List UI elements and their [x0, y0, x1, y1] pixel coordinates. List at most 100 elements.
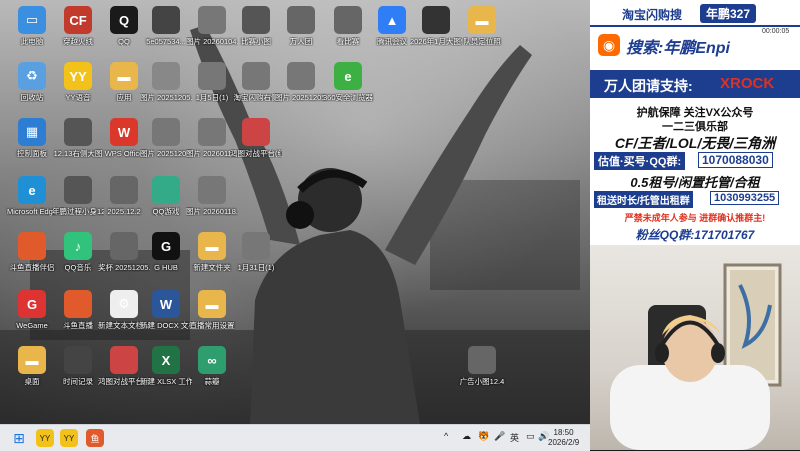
- taskbar-app-douyu[interactable]: 鱼: [86, 429, 104, 447]
- desktop-icon[interactable]: 12.13右侧大图: [52, 118, 104, 158]
- desktop-icon[interactable]: 图片 20251205...: [140, 62, 192, 102]
- desktop-icon-glyph: [198, 6, 226, 34]
- desktop-icon[interactable]: 万人团: [275, 6, 327, 46]
- taskbar: ⊞ YY YY 鱼 ^ ☁ 🐯 🎤 英 ▭ 🔊 18:50 2026/2/9: [0, 424, 590, 451]
- desktop-icon[interactable]: e Microsoft Edge: [6, 176, 58, 216]
- desktop-icon-glyph: ▬: [198, 290, 226, 318]
- desktop-icon-label: YY语音: [65, 93, 91, 102]
- taobao-code: 年鹏327: [700, 4, 757, 23]
- desktop-icon[interactable]: 时间记录: [52, 346, 104, 386]
- rent-line: 0.5租号/闲置托管/合租: [630, 175, 760, 190]
- desktop-icon[interactable]: G G HUB: [140, 232, 192, 272]
- games-list: CF/王者/LOL/无畏/三角洲: [614, 135, 776, 151]
- desktop-icon[interactable]: 1月31日(1): [230, 232, 282, 272]
- rent-row: 租送时长/托管出租群 1030993255: [594, 191, 796, 208]
- desktop-icon[interactable]: ▦ 控制面板: [6, 118, 58, 158]
- desktop-icon[interactable]: ♪ QQ音乐: [52, 232, 104, 272]
- desktop-icon-glyph: [64, 118, 92, 146]
- desktop-icon-glyph: ▭: [18, 6, 46, 34]
- desktop-icon-label: 5e057534...: [146, 37, 186, 46]
- tray-icon[interactable]: ^: [444, 431, 448, 441]
- webcam-scene: [610, 263, 782, 450]
- overlay-top-bar: 淘宝闪购搜 年鹏327 00:00:05: [590, 0, 800, 35]
- desktop-icon-glyph: ▬: [18, 346, 46, 374]
- desktop-icon-glyph: [152, 62, 180, 90]
- desktop-icon[interactable]: ∞ 蒜瓣: [186, 346, 238, 386]
- desktop-icon[interactable]: X 新建 XLSX 工作表: [140, 346, 192, 386]
- desktop-icon-glyph: [242, 6, 270, 34]
- desktop-icon[interactable]: 年鹏过程小身12.3: [52, 176, 104, 216]
- desktop-icon-glyph: e: [334, 62, 362, 90]
- clock[interactable]: 18:50 2026/2/9: [548, 428, 579, 448]
- desktop-icon-glyph: [64, 346, 92, 374]
- desktop-icon-label: 12.13右侧大图: [53, 149, 103, 158]
- desktop-icon-glyph: [110, 346, 138, 374]
- desktop-icon[interactable]: e 360安全浏览器: [322, 62, 374, 102]
- desktop-icon[interactable]: W 新建 DOCX 文档: [140, 290, 192, 330]
- desktop-icon-glyph: ∞: [198, 346, 226, 374]
- desktop-icon[interactable]: YY YY语音: [52, 62, 104, 102]
- desktop-icon-glyph: CF: [64, 6, 92, 34]
- tray-icon[interactable]: 英: [510, 431, 519, 444]
- desktop-icon-label: 图片 20260118...: [186, 207, 238, 216]
- desktop-icon-glyph: [198, 62, 226, 90]
- desktop-icon-glyph: e: [18, 176, 46, 204]
- desktop-icon[interactable]: ♻ 回收站: [6, 62, 58, 102]
- desktop-icon[interactable]: 2026年1月大图57都要令: [410, 6, 462, 46]
- desktop-icon-glyph: [198, 118, 226, 146]
- desktop-icon[interactable]: 图片 20260118...: [186, 176, 238, 216]
- desktop-icon-glyph: [152, 118, 180, 146]
- desktop-icon[interactable]: QQ游戏: [140, 176, 192, 216]
- desktop-icon-label: WeGame: [16, 321, 48, 330]
- desktop-icon-label: 新建 DOCX 文档: [140, 321, 192, 330]
- desktop-icon-label: 360安全浏览器: [322, 93, 373, 102]
- tray-icon[interactable]: 🎤: [494, 431, 505, 442]
- start-button[interactable]: ⊞: [10, 429, 28, 447]
- desktop-icon[interactable]: 5e057534...: [140, 6, 192, 46]
- taobao-search-label: 淘宝闪购搜: [622, 8, 683, 22]
- appraise-label: 估值·买号·QQ群:: [594, 152, 686, 170]
- desktop-icon-glyph: [64, 176, 92, 204]
- clock-date: 2026/2/9: [548, 438, 580, 447]
- desktop-icon[interactable]: CF 穿越火线: [52, 6, 104, 46]
- desktop-icon-label: 此电脑: [20, 37, 44, 46]
- desktop-icon[interactable]: ▬ 桌面: [6, 346, 58, 386]
- desktop-icon-glyph: ▬: [198, 232, 226, 260]
- rent-label: 租送时长/托管出租群: [594, 191, 693, 208]
- desktop-icon-glyph: [18, 232, 46, 260]
- desktop-icon[interactable]: 广告小图12.4: [456, 346, 508, 386]
- desktop-icon[interactable]: 斗鱼直播伴侣: [6, 232, 58, 272]
- desktop-icon-glyph: [468, 346, 496, 374]
- desktop-icon-glyph: [110, 232, 138, 260]
- desktop-icon[interactable]: 斗鱼直播: [52, 290, 104, 330]
- desktop-icon-glyph: [287, 62, 315, 90]
- support-name: XROCK: [720, 75, 775, 92]
- desktop-icon-label: 鸿图对战平台(红警战网)2...: [230, 149, 282, 158]
- desktop-icon-glyph: ▦: [18, 118, 46, 146]
- fans-group: 粉丝QQ群:171701767: [635, 228, 755, 242]
- desktop-icon-label: 桌面: [24, 377, 40, 386]
- desktop-icon-label: 图片 20251205...: [275, 93, 327, 102]
- tray-icon[interactable]: 🐯: [478, 431, 489, 442]
- desktop-icon-label: 斗鱼直播: [63, 321, 93, 330]
- desktop-icon[interactable]: ▬ 队员定位照: [456, 6, 508, 46]
- desktop-icon[interactable]: 图片 20251205...: [275, 62, 327, 102]
- tray-icon[interactable]: ☁: [462, 431, 471, 442]
- promo-line-2: 一二三俱乐部: [662, 121, 728, 133]
- desktop-icon[interactable]: 图片 20251205...: [140, 118, 192, 158]
- warning-text: 严禁未成年人参与 进群确认推群主!: [624, 213, 766, 223]
- desktop-icon[interactable]: ▭ 此电脑: [6, 6, 58, 46]
- desktop-icon-label: 蒜瓣: [204, 377, 220, 386]
- desktop-icon[interactable]: G WeGame: [6, 290, 58, 330]
- desktop-icon-glyph: W: [152, 290, 180, 318]
- desktop-icon[interactable]: 鸿图对战平台(红警战网)2...: [230, 118, 282, 158]
- taskbar-app-yy[interactable]: YY: [36, 429, 54, 447]
- desktop-wallpaper: ▭ 此电脑 CF 穿越火线 Q QQ 5e057534... 图片 20260104... 比赛…: [0, 0, 590, 424]
- taskbar-app-yy-2[interactable]: YY: [60, 429, 78, 447]
- desktop-icon-glyph: Q: [110, 6, 138, 34]
- desktop-icon[interactable]: ▬ 直播常用设置: [186, 290, 238, 330]
- desktop-icon-label: 2026年1月大图57都要令: [410, 37, 462, 46]
- tray-icon[interactable]: ▭: [526, 431, 535, 442]
- desktop-icon-glyph: X: [152, 346, 180, 374]
- desktop-icon-glyph: ⚙: [110, 290, 138, 318]
